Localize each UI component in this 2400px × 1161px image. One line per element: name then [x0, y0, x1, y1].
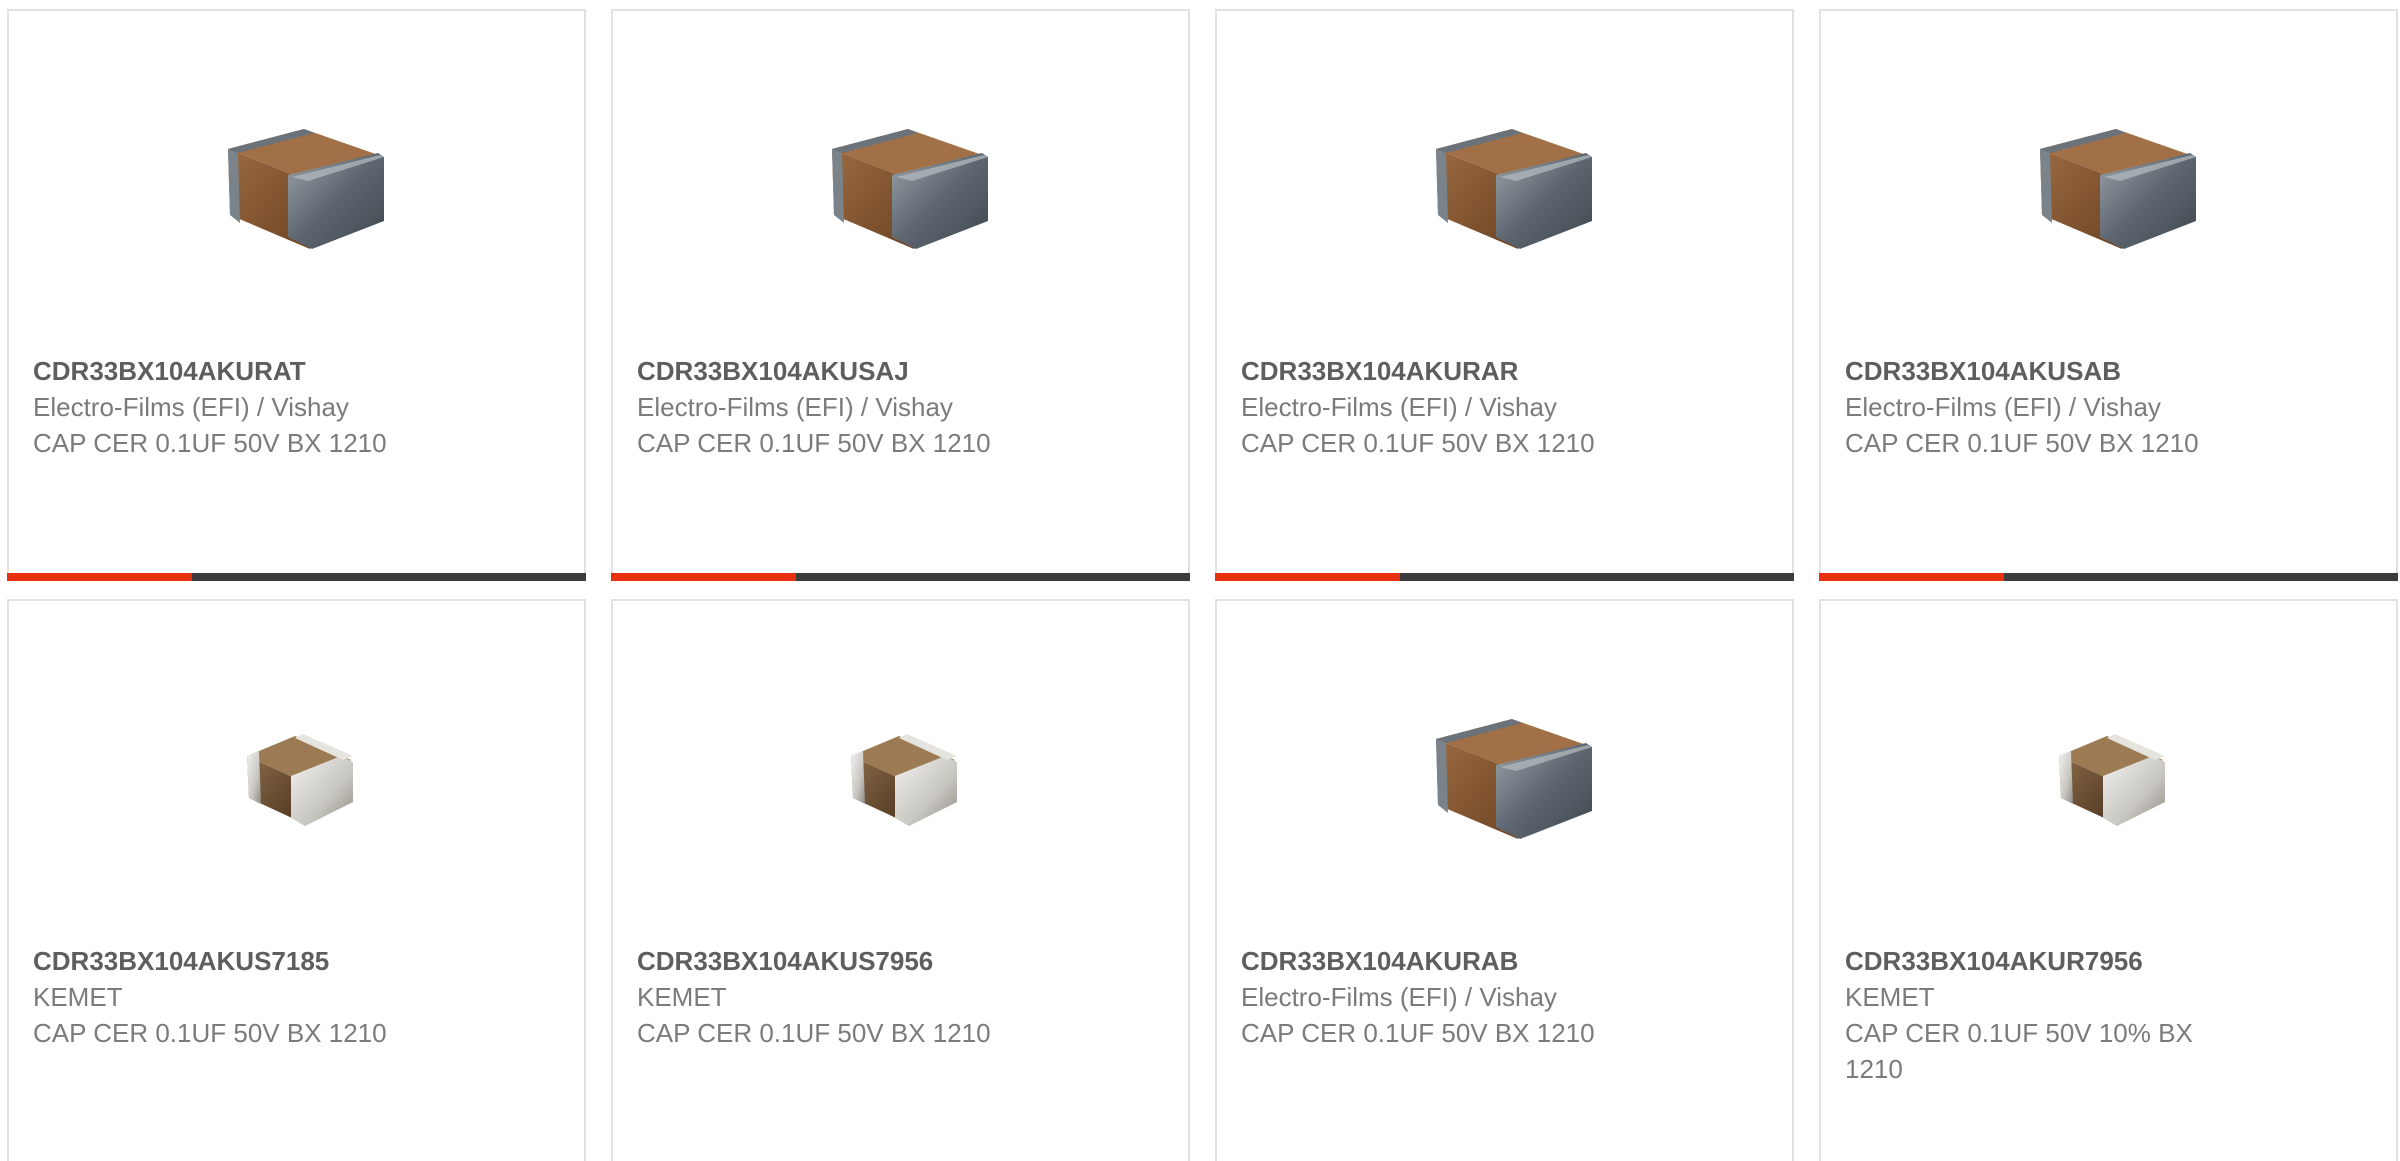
progress-fill [7, 573, 193, 581]
part-number[interactable]: CDR33BX104AKUSAB [1845, 353, 2365, 389]
large-chip-capacitor-icon [801, 85, 1003, 287]
part-number[interactable]: CDR33BX104AKUS7185 [33, 943, 553, 979]
large-chip-capacitor-icon [197, 85, 399, 287]
product-card[interactable]: CDR33BX104AKUR7956 KEMET CAP CER 0.1UF 5… [1819, 599, 2398, 1161]
product-description: CAP CER 0.1UF 50V BX 1210 [1241, 428, 1595, 458]
part-number[interactable]: CDR33BX104AKURAT [33, 353, 553, 389]
progress-fill [1819, 573, 2005, 581]
manufacturer: KEMET [1845, 982, 1935, 1012]
progress-fill [611, 573, 797, 581]
product-card[interactable]: CDR33BX104AKUSAB Electro-Films (EFI) / V… [1819, 9, 2398, 581]
product-grid: CDR33BX104AKURAT Electro-Films (EFI) / V… [0, 0, 2400, 1161]
manufacturer: KEMET [637, 982, 727, 1012]
small-chip-capacitor-icon [801, 675, 1003, 877]
product-description: CAP CER 0.1UF 50V BX 1210 [33, 428, 387, 458]
manufacturer: Electro-Films (EFI) / Vishay [33, 392, 349, 422]
product-description: CAP CER 0.1UF 50V BX 1210 [637, 428, 991, 458]
product-card[interactable]: CDR33BX104AKURAT Electro-Films (EFI) / V… [7, 9, 586, 581]
progress-fill [1215, 573, 1401, 581]
part-number[interactable]: CDR33BX104AKUS7956 [637, 943, 1157, 979]
manufacturer: Electro-Films (EFI) / Vishay [1241, 392, 1557, 422]
manufacturer: Electro-Films (EFI) / Vishay [637, 392, 953, 422]
part-number[interactable]: CDR33BX104AKURAR [1241, 353, 1761, 389]
product-card[interactable]: CDR33BX104AKURAB Electro-Films (EFI) / V… [1215, 599, 1794, 1161]
large-chip-capacitor-icon [2009, 85, 2211, 287]
progress-bar [1215, 573, 1794, 581]
part-number[interactable]: CDR33BX104AKUR7956 [1845, 943, 2365, 979]
manufacturer: KEMET [33, 982, 123, 1012]
product-description: CAP CER 0.1UF 50V BX 1210 [1845, 428, 2199, 458]
progress-bar [7, 573, 586, 581]
product-description: CAP CER 0.1UF 50V BX 1210 [33, 1018, 387, 1048]
product-card[interactable]: CDR33BX104AKUSAJ Electro-Films (EFI) / V… [611, 9, 1190, 581]
large-chip-capacitor-icon [1405, 85, 1607, 287]
large-chip-capacitor-icon [1405, 675, 1607, 877]
manufacturer: Electro-Films (EFI) / Vishay [1845, 392, 2161, 422]
product-description: CAP CER 0.1UF 50V BX 1210 [637, 1018, 991, 1048]
progress-bar [1819, 573, 2398, 581]
product-description: CAP CER 0.1UF 50V BX 1210 [1241, 1018, 1595, 1048]
product-description: CAP CER 0.1UF 50V 10% BX 1210 [1845, 1018, 2193, 1084]
product-card[interactable]: CDR33BX104AKUS7185 KEMET CAP CER 0.1UF 5… [7, 599, 586, 1161]
part-number[interactable]: CDR33BX104AKURAB [1241, 943, 1761, 979]
small-chip-capacitor-icon [197, 675, 399, 877]
product-card[interactable]: CDR33BX104AKUS7956 KEMET CAP CER 0.1UF 5… [611, 599, 1190, 1161]
product-card[interactable]: CDR33BX104AKURAR Electro-Films (EFI) / V… [1215, 9, 1794, 581]
progress-bar [611, 573, 1190, 581]
small-chip-capacitor-icon [2009, 675, 2211, 877]
part-number[interactable]: CDR33BX104AKUSAJ [637, 353, 1157, 389]
manufacturer: Electro-Films (EFI) / Vishay [1241, 982, 1557, 1012]
